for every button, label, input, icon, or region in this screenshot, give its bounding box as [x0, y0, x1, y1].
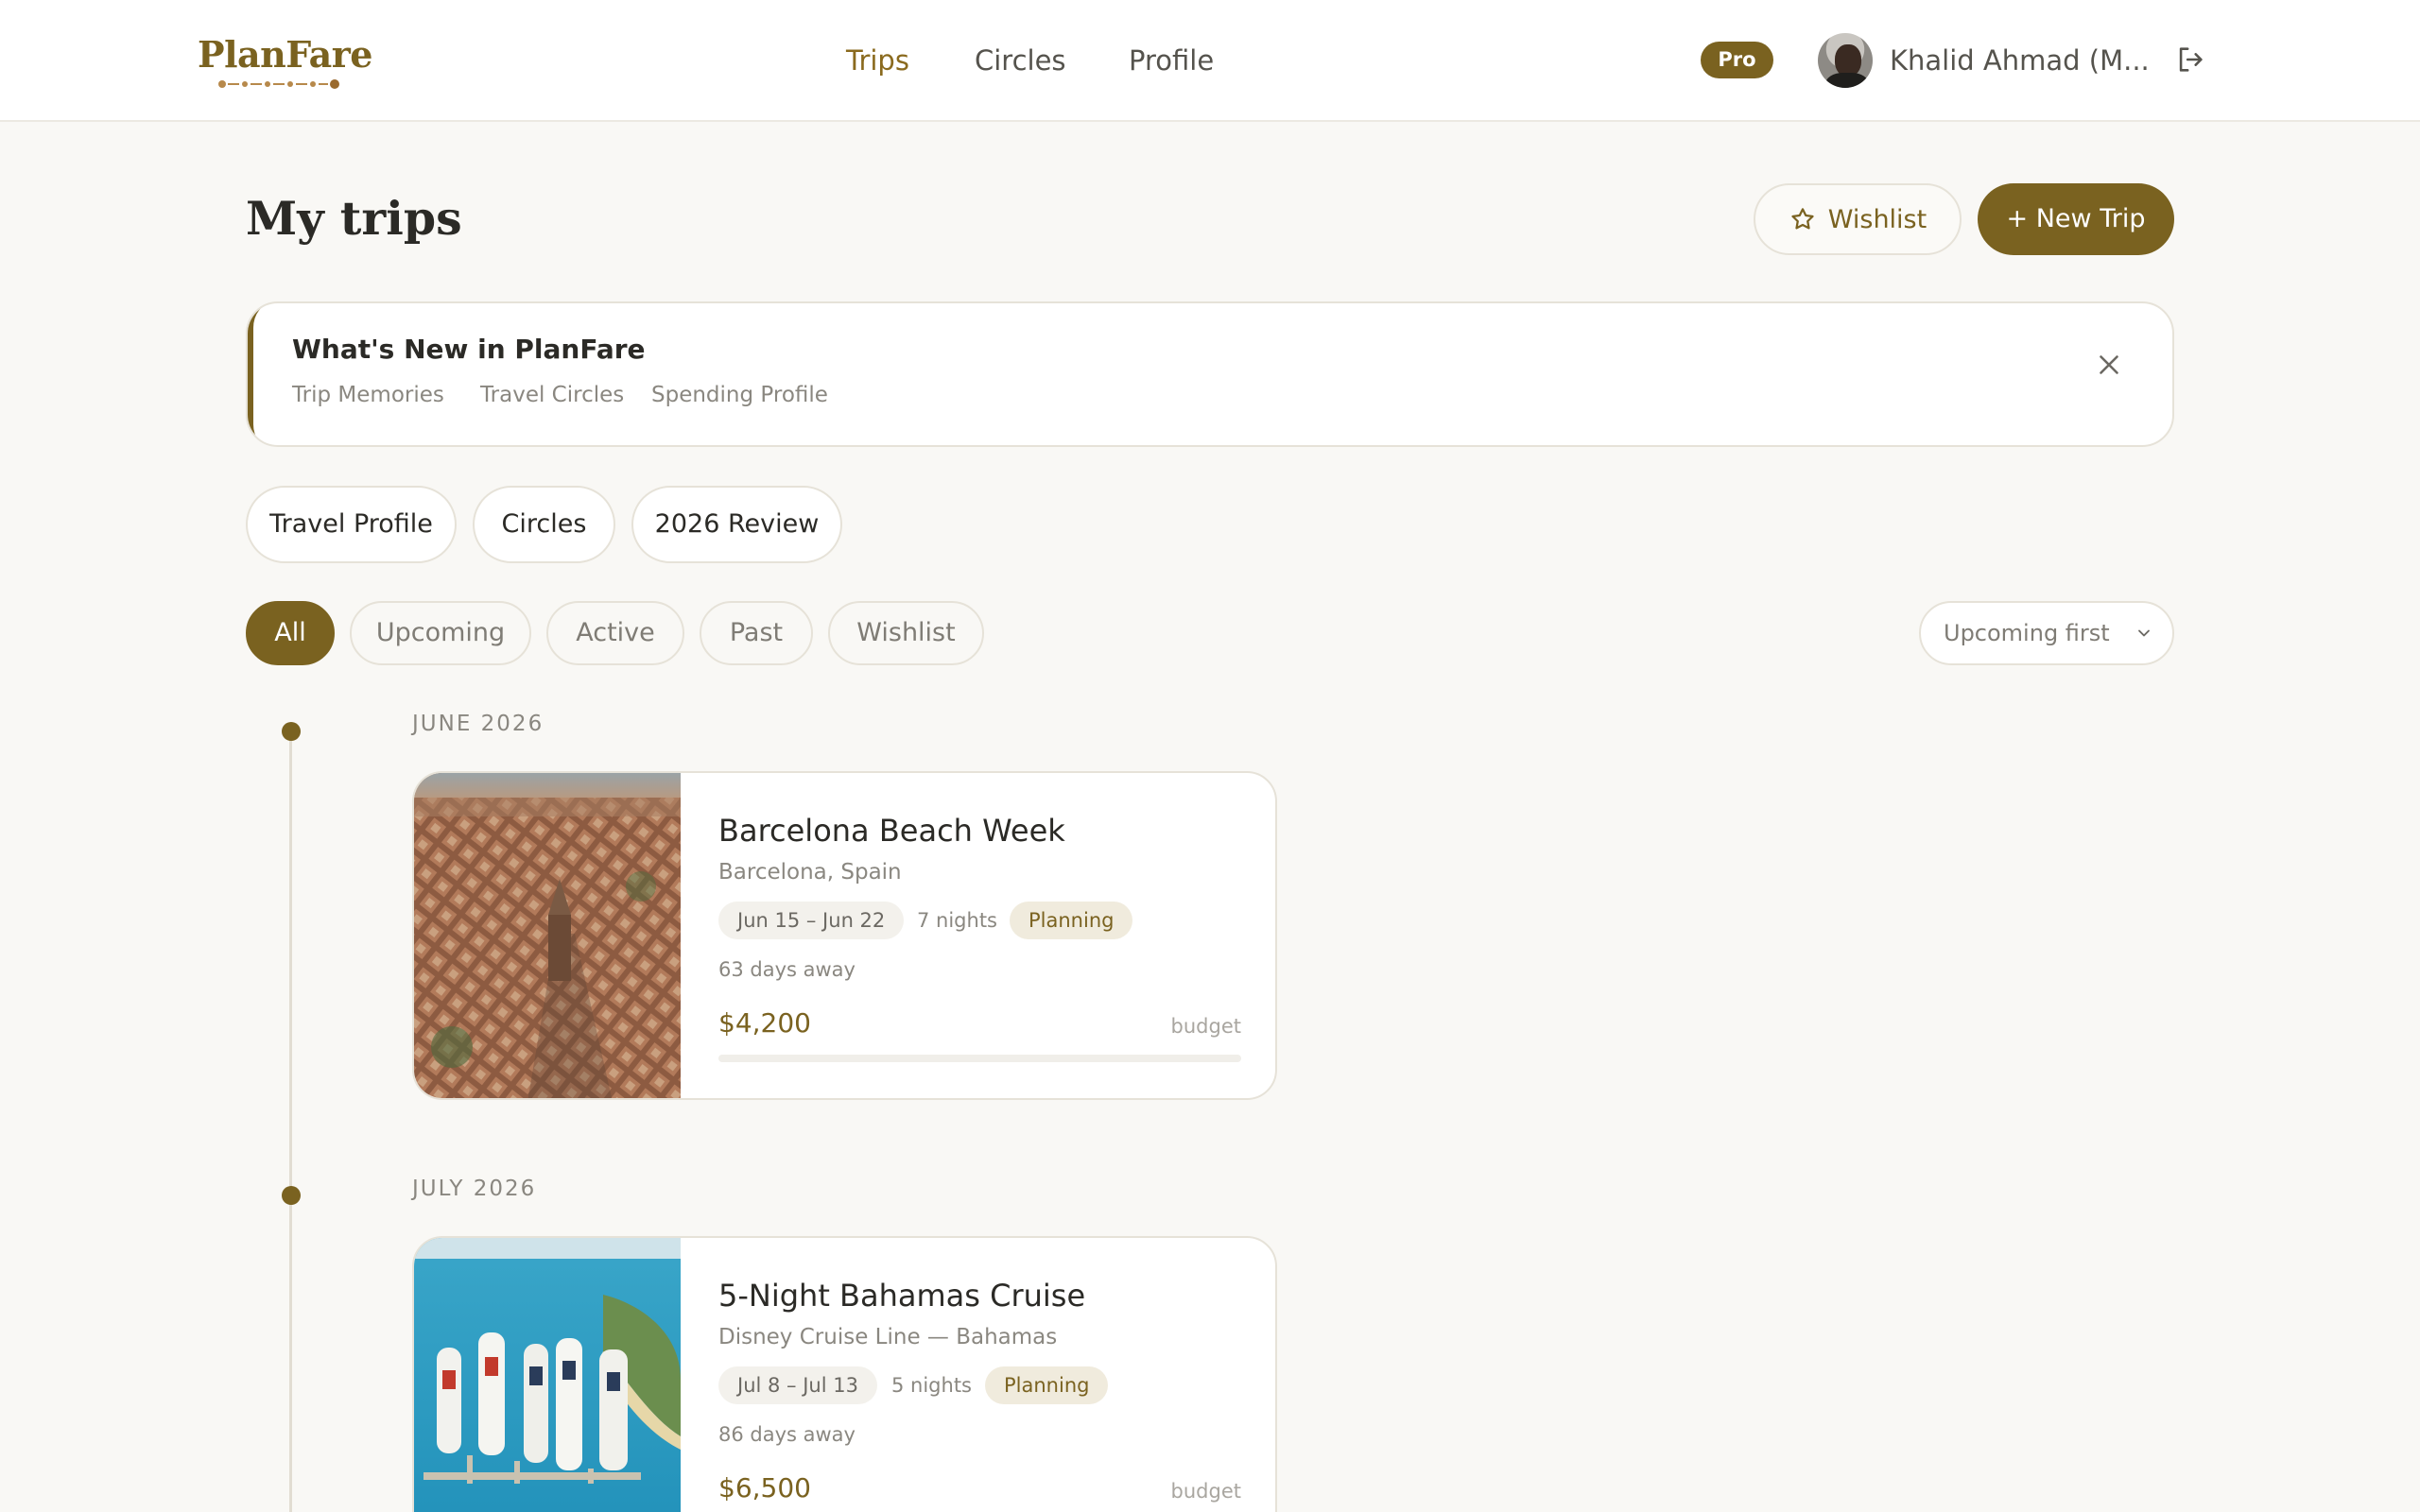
budget-label: budget — [1170, 1015, 1241, 1038]
trip-card[interactable]: 5-Night Bahamas Cruise Disney Cruise Lin… — [412, 1236, 1277, 1512]
trip-dates: Jun 15 – Jun 22 — [718, 902, 905, 939]
trip-details: 5-Night Bahamas Cruise Disney Cruise Lin… — [681, 1238, 1275, 1512]
banner-accent — [248, 303, 272, 445]
logo-route-dots — [218, 79, 339, 89]
month-label: JUNE 2026 — [412, 712, 544, 736]
nav-circles[interactable]: Circles — [975, 38, 1066, 83]
top-header: PlanFare Trips Circles Profile Pro Khali… — [0, 0, 2420, 122]
filter-upcoming[interactable]: Upcoming — [350, 601, 531, 665]
budget-progress-bar — [718, 1055, 1241, 1062]
banner-link-trip-memories[interactable]: Trip Memories — [292, 383, 444, 407]
trip-title: 5-Night Bahamas Cruise — [718, 1278, 1086, 1314]
wishlist-button-label: Wishlist — [1827, 204, 1927, 234]
circles-button[interactable]: Circles — [473, 486, 615, 563]
page-title: My trips — [246, 191, 462, 246]
trip-details: Barcelona Beach Week Barcelona, Spain Ju… — [681, 773, 1275, 1098]
filter-past[interactable]: Past — [700, 601, 813, 665]
logout-icon[interactable] — [2174, 43, 2206, 76]
timeline-dot — [282, 1186, 301, 1205]
budget-amount: $6,500 — [718, 1472, 811, 1503]
user-name[interactable]: Khalid Ahmad (M... — [1890, 38, 2150, 83]
planfare-logo[interactable]: PlanFare — [198, 32, 372, 91]
close-icon[interactable] — [2093, 349, 2125, 381]
trip-nights: 7 nights — [917, 909, 997, 932]
status-badge: Planning — [985, 1366, 1109, 1404]
trip-title: Barcelona Beach Week — [718, 813, 1065, 849]
sort-select[interactable]: Upcoming first — [1919, 601, 2174, 665]
logo-text: PlanFare — [198, 33, 372, 76]
chevron-down-icon — [2138, 629, 2150, 637]
sort-value: Upcoming first — [1944, 620, 2110, 646]
whats-new-banner: What's New in PlanFare Trip Memories Tra… — [246, 301, 2174, 447]
pro-badge: Pro — [1701, 42, 1773, 78]
new-trip-button[interactable]: + New Trip — [1978, 183, 2174, 255]
filter-all[interactable]: All — [246, 601, 335, 665]
trip-location: Barcelona, Spain — [718, 860, 902, 885]
trip-image-bahamas — [414, 1238, 681, 1512]
trip-countdown: 63 days away — [718, 958, 856, 981]
nav-profile[interactable]: Profile — [1129, 38, 1214, 83]
trip-image-barcelona — [414, 773, 681, 1098]
budget-label: budget — [1170, 1480, 1241, 1503]
timeline-dot — [282, 722, 301, 741]
trip-nights: 5 nights — [891, 1374, 972, 1397]
avatar[interactable] — [1818, 33, 1873, 88]
month-label: JULY 2026 — [412, 1177, 537, 1201]
trip-location: Disney Cruise Line — Bahamas — [718, 1325, 1058, 1349]
trip-card[interactable]: Barcelona Beach Week Barcelona, Spain Ju… — [412, 771, 1277, 1100]
timeline-line — [289, 731, 292, 1512]
travel-profile-button[interactable]: Travel Profile — [246, 486, 457, 563]
budget-amount: $4,200 — [718, 1007, 811, 1039]
banner-title: What's New in PlanFare — [292, 334, 646, 365]
year-review-button[interactable]: 2026 Review — [631, 486, 842, 563]
banner-link-travel-circles[interactable]: Travel Circles — [480, 383, 624, 407]
wishlist-button[interactable]: Wishlist — [1754, 183, 1962, 255]
filter-active[interactable]: Active — [546, 601, 684, 665]
status-badge: Planning — [1010, 902, 1133, 939]
trip-dates: Jul 8 – Jul 13 — [718, 1366, 877, 1404]
banner-link-spending-profile[interactable]: Spending Profile — [651, 383, 828, 407]
filter-wishlist[interactable]: Wishlist — [828, 601, 984, 665]
nav-trips[interactable]: Trips — [846, 38, 909, 83]
star-icon — [1791, 208, 1814, 230]
trip-countdown: 86 days away — [718, 1423, 856, 1446]
